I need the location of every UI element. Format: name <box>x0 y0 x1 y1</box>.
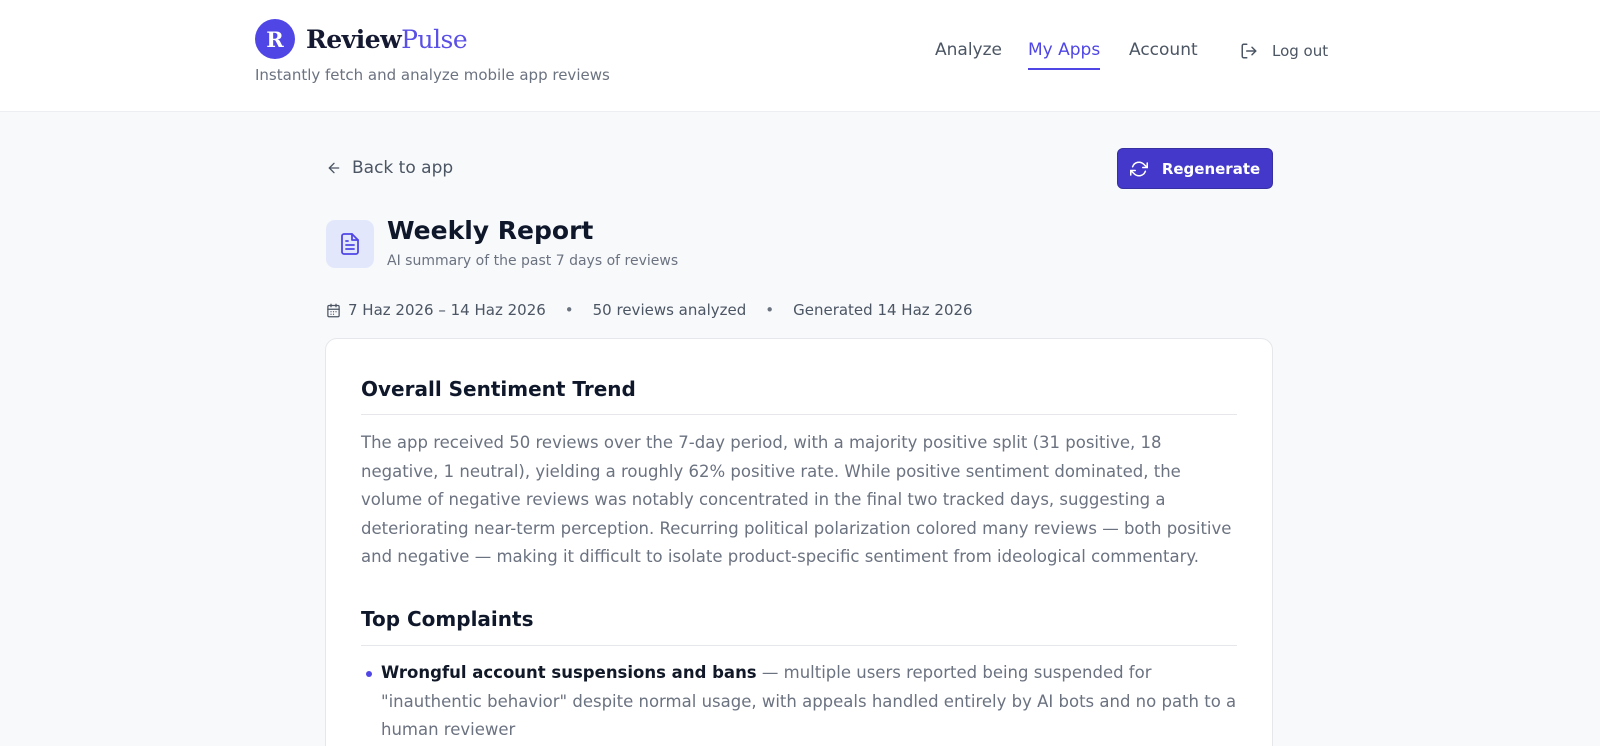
calendar-icon <box>327 303 340 317</box>
arrow-left-icon <box>328 162 340 174</box>
page-title: Weekly Report <box>387 216 594 245</box>
nav-my-apps[interactable]: My Apps <box>1028 40 1101 70</box>
refresh-icon <box>1129 161 1148 176</box>
meta-separator: • <box>564 301 574 319</box>
brand-logo[interactable]: R ReviewPulse <box>255 19 468 59</box>
report-card: Overall Sentiment Trend The app received… <box>325 338 1273 746</box>
sentiment-summary: The app received 50 reviews over the 7-d… <box>361 433 1232 566</box>
back-label: Back to app <box>352 158 454 178</box>
nav-account[interactable]: Account <box>1129 40 1198 60</box>
regenerate-button[interactable]: Regenerate <box>1117 148 1273 189</box>
section-title-complaints: Top Complaints <box>361 607 534 631</box>
logout-icon <box>1241 43 1257 59</box>
report-document-icon <box>326 220 374 268</box>
brand-name-part2: Pulse <box>401 24 468 54</box>
generated-date: Generated 14 Haz 2026 <box>793 301 973 319</box>
logout-button[interactable]: Log out <box>1240 42 1328 60</box>
page-subtitle: AI summary of the past 7 days of reviews <box>387 253 679 269</box>
meta-separator: • <box>765 301 775 319</box>
logout-label: Log out <box>1272 42 1329 60</box>
brand-tagline: Instantly fetch and analyze mobile app r… <box>255 66 610 84</box>
section-title-sentiment: Overall Sentiment Trend <box>361 377 636 401</box>
list-item: Wrongful account suspensions and bans — … <box>361 659 1237 745</box>
regenerate-label: Regenerate <box>1161 159 1261 178</box>
report-meta: 7 Haz 2026 – 14 Haz 2026 • 50 reviews an… <box>326 301 973 319</box>
back-to-app-link[interactable]: Back to app <box>326 158 453 178</box>
complaint-heading: Wrongful account suspensions and bans <box>381 663 757 682</box>
date-range: 7 Haz 2026 – 14 Haz 2026 <box>348 301 546 319</box>
section-divider <box>361 645 1237 646</box>
brand-name: ReviewPulse <box>306 24 468 54</box>
app-header: R ReviewPulse Instantly fetch and analyz… <box>0 0 1600 112</box>
nav-analyze[interactable]: Analyze <box>935 40 1002 60</box>
bullet-icon <box>366 671 372 677</box>
section-divider <box>361 414 1237 415</box>
logo-icon: R <box>255 19 295 59</box>
reviews-analyzed: 50 reviews analyzed <box>592 301 747 319</box>
brand-name-part1: Review <box>306 24 402 54</box>
file-text-icon <box>341 233 359 255</box>
